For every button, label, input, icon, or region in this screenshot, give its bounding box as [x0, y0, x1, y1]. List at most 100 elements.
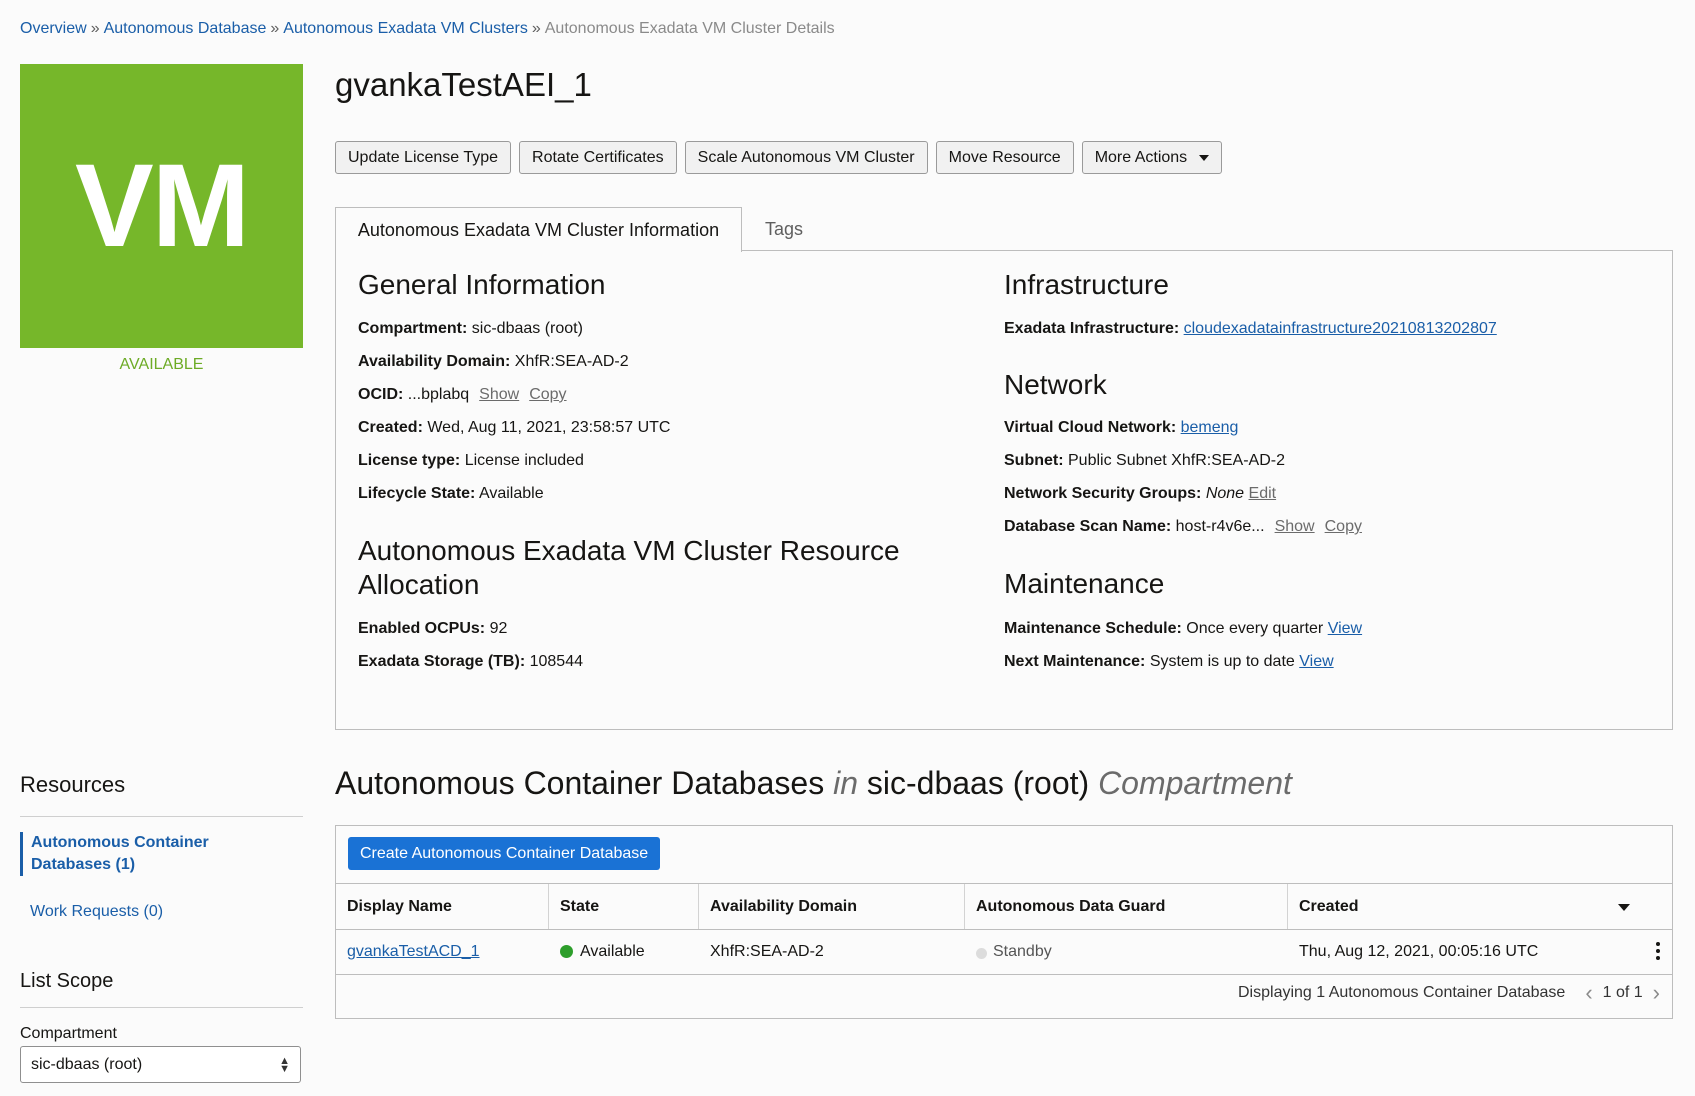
column-display-name[interactable]: Display Name — [336, 884, 549, 929]
exadata-storage-field: Exadata Storage (TB): 108544 — [358, 653, 583, 671]
next-maintenance-view-link[interactable]: View — [1299, 653, 1333, 670]
maintenance-schedule-field: Maintenance Schedule: Once every quarter… — [1004, 620, 1362, 638]
cdb-title-suffix: Compartment — [1098, 765, 1292, 801]
ocid-copy-link[interactable]: Copy — [529, 386, 566, 403]
rotate-certificates-button[interactable]: Rotate Certificates — [519, 141, 677, 174]
compartment-field-value: sic-dbaas (root) — [471, 320, 583, 337]
exadata-infrastructure-label: Exadata Infrastructure: — [1004, 320, 1180, 337]
sidebar-item-work-requests[interactable]: Work Requests (0) — [30, 903, 163, 921]
resource-allocation-heading: Autonomous Exadata VM Cluster Resource A… — [358, 534, 900, 602]
scan-copy-link[interactable]: Copy — [1325, 518, 1362, 535]
enabled-ocpus-field: Enabled OCPUs: 92 — [358, 620, 507, 638]
standby-status-icon — [976, 947, 987, 959]
nsg-label: Network Security Groups: — [1004, 485, 1202, 502]
tab-tags[interactable]: Tags — [765, 207, 803, 251]
compartment-select[interactable]: sic-dbaas (root) ▲ ▼ — [20, 1046, 301, 1083]
nsg-field: Network Security Groups: None Edit — [1004, 485, 1276, 503]
ocid-field: OCID: ...bplabq Show Copy — [358, 386, 567, 404]
column-availability-domain[interactable]: Availability Domain — [699, 884, 965, 929]
compartment-field-label: Compartment: — [358, 320, 468, 337]
resource-allocation-heading-line2: Allocation — [358, 569, 480, 600]
next-maintenance-value: System is up to date — [1149, 653, 1295, 670]
compartment-select-value: sic-dbaas (root) — [31, 1055, 143, 1073]
subnet-value: Public Subnet XhfR:SEA-AD-2 — [1068, 452, 1285, 469]
cluster-info-panel: General Information Compartment: sic-dba… — [335, 250, 1673, 730]
nsg-value: None — [1205, 485, 1245, 502]
breadcrumb-separator: » — [90, 20, 100, 37]
cdb-title-compartment: sic-dbaas (root) — [866, 765, 1090, 801]
breadcrumb: Overview» Autonomous Database» Autonomous … — [20, 20, 835, 38]
breadcrumb-separator: » — [531, 20, 541, 37]
row-display-name-cell: gvankaTestACD_1 — [336, 929, 549, 974]
breadcrumb-overview[interactable]: Overview — [20, 20, 87, 37]
kebab-menu-icon[interactable] — [1656, 942, 1660, 960]
lifecycle-state-value: Available — [478, 485, 544, 502]
up-down-chevron-icon: ▲ ▼ — [279, 1054, 290, 1075]
vm-cluster-icon: VM — [20, 64, 303, 348]
license-type-value: License included — [464, 452, 584, 469]
created-label: Created: — [358, 419, 423, 436]
created-field: Created: Wed, Aug 11, 2021, 23:58:57 UTC — [358, 419, 670, 437]
breadcrumb-vm-clusters[interactable]: Autonomous Exadata VM Clusters — [283, 20, 528, 37]
sidebar-item-container-databases[interactable]: Autonomous Container Databases (1) — [20, 832, 271, 876]
nsg-edit-link[interactable]: Edit — [1249, 485, 1277, 502]
created-value: Wed, Aug 11, 2021, 23:58:57 UTC — [427, 419, 671, 436]
vcn-link[interactable]: bemeng — [1181, 419, 1239, 436]
list-scope-divider — [20, 1007, 303, 1008]
update-license-type-button[interactable]: Update License Type — [335, 141, 512, 174]
chevron-right-icon[interactable]: › — [1653, 982, 1660, 1004]
general-info-heading: General Information — [358, 269, 606, 300]
scale-vm-cluster-button[interactable]: Scale Autonomous VM Cluster — [684, 141, 928, 174]
next-maintenance-label: Next Maintenance: — [1004, 653, 1146, 670]
table-row: gvankaTestACD_1 Available XhfR:SEA-AD-2 … — [336, 929, 1672, 975]
network-heading: Network — [1004, 369, 1107, 400]
more-actions-label: More Actions — [1094, 148, 1188, 166]
breadcrumb-autonomous-database[interactable]: Autonomous Database — [104, 20, 267, 37]
scan-show-link[interactable]: Show — [1275, 518, 1315, 535]
column-created[interactable]: Created — [1288, 884, 1672, 929]
more-actions-button[interactable]: More Actions — [1081, 141, 1223, 174]
scan-name-value: host-r4v6e... — [1175, 518, 1265, 535]
exadata-infrastructure-link[interactable]: cloudexadatainfrastructure20210813202807 — [1184, 320, 1497, 337]
next-maintenance-field: Next Maintenance: System is up to date V… — [1004, 653, 1334, 671]
scan-name-label: Database Scan Name: — [1004, 518, 1172, 535]
compartment-field: Compartment: sic-dbaas (root) — [358, 320, 583, 338]
resource-allocation-heading-line1: Autonomous Exadata VM Cluster Resource — [358, 535, 900, 566]
tab-cluster-information[interactable]: Autonomous Exadata VM Cluster Informatio… — [335, 207, 742, 252]
lifecycle-state-label: Lifecycle State: — [358, 485, 476, 502]
create-container-database-button[interactable]: Create Autonomous Container Database — [348, 837, 661, 870]
row-ad-cell: XhfR:SEA-AD-2 — [699, 929, 965, 974]
column-data-guard[interactable]: Autonomous Data Guard — [965, 884, 1288, 929]
vcn-field: Virtual Cloud Network: bemeng — [1004, 419, 1238, 437]
infrastructure-heading: Infrastructure — [1004, 269, 1169, 300]
pagination-text: 1 of 1 — [1602, 984, 1643, 1001]
lifecycle-state-field: Lifecycle State: Available — [358, 485, 544, 503]
exadata-storage-label: Exadata Storage (TB): — [358, 653, 526, 670]
column-created-label: Created — [1299, 897, 1359, 915]
table-header: Display Name State Availability Domain A… — [336, 883, 1672, 930]
license-type-field: License type: License included — [358, 452, 584, 470]
table-count-text: Displaying 1 Autonomous Container Databa… — [1238, 984, 1566, 1001]
container-database-link[interactable]: gvankaTestACD_1 — [347, 943, 480, 961]
row-created-cell: Thu, Aug 12, 2021, 00:05:16 UTC — [1288, 929, 1672, 974]
maintenance-heading: Maintenance — [1004, 568, 1165, 599]
resources-divider — [20, 816, 303, 817]
list-scope-heading: List Scope — [20, 970, 114, 992]
row-dataguard-cell: Standby — [965, 929, 1288, 974]
license-type-label: License type: — [358, 452, 461, 469]
vm-icon-text: VM — [75, 140, 250, 272]
chevron-left-icon[interactable]: ‹ — [1585, 982, 1592, 1004]
ocid-value: ...bplabq — [407, 386, 470, 403]
container-databases-table: Create Autonomous Container Database Dis… — [335, 825, 1673, 1019]
table-footer: Displaying 1 Autonomous Container Databa… — [1238, 982, 1660, 1004]
row-state-cell: Available — [549, 929, 699, 974]
maintenance-schedule-view-link[interactable]: View — [1328, 620, 1362, 637]
available-status-icon — [560, 945, 573, 958]
breadcrumb-current: Autonomous Exadata VM Cluster Details — [544, 20, 835, 37]
sort-down-icon[interactable] — [1618, 904, 1630, 911]
ocid-show-link[interactable]: Show — [479, 386, 519, 403]
move-resource-button[interactable]: Move Resource — [935, 141, 1074, 174]
enabled-ocpus-label: Enabled OCPUs: — [358, 620, 486, 637]
column-state[interactable]: State — [549, 884, 699, 929]
cdb-title-main: Autonomous Container Databases — [335, 765, 825, 801]
